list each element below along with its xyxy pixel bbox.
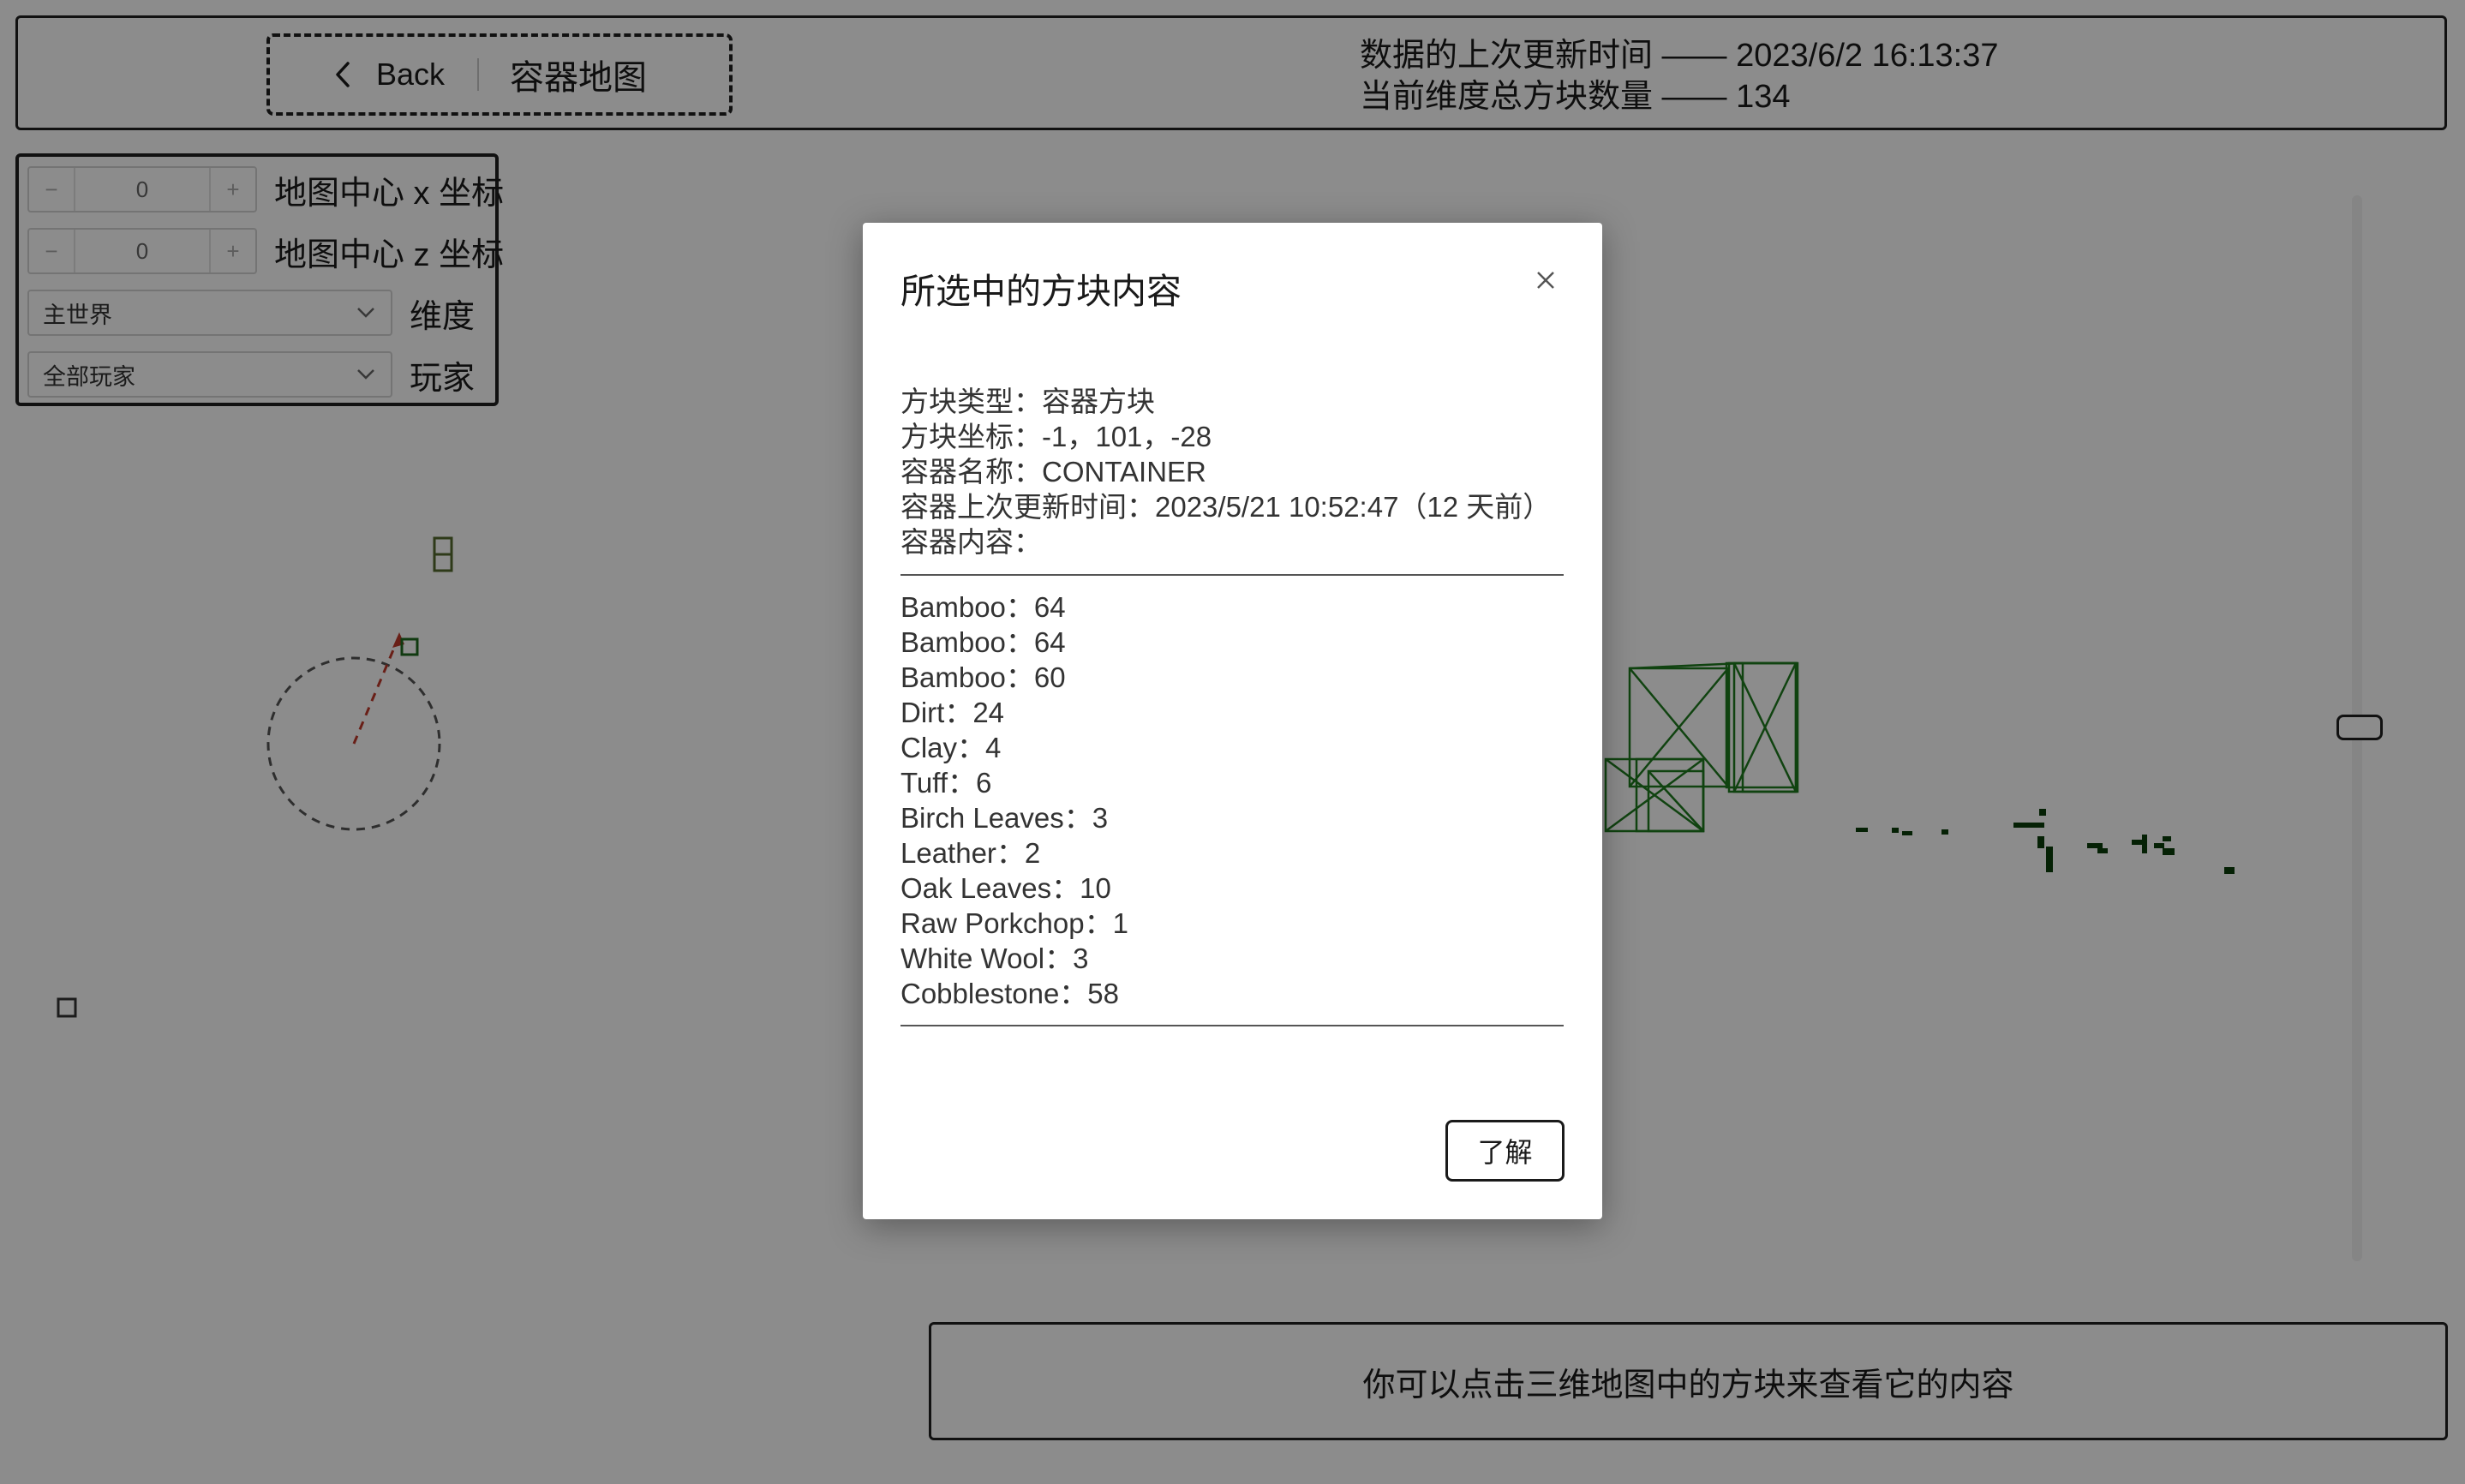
list-item: Birch Leaves：3: [900, 802, 1109, 834]
list-item: Leather：2: [900, 837, 1041, 869]
block-content-dialog: 所选中的方块内容 方块类型：容器方块 方块坐标：-1，101，-28 容器名称：…: [863, 223, 1602, 1219]
dialog-title: 所选中的方块内容: [900, 272, 1182, 311]
list-item: White Wool：3: [900, 942, 1089, 974]
list-item: Tuff：6: [900, 767, 992, 799]
list-item: Bamboo：64: [900, 626, 1066, 658]
close-icon[interactable]: [1533, 267, 1559, 293]
container-contents-label: 容器内容：: [900, 526, 1042, 558]
list-item: Clay：4: [900, 732, 1002, 763]
item-list: Bamboo：64 Bamboo：64 Bamboo：60 Dirt：24 Cl…: [900, 589, 1128, 1011]
block-coordinates-text: 方块坐标：-1，101，-28: [900, 421, 1212, 452]
divider-top: [900, 574, 1564, 576]
block-info: 方块类型：容器方块 方块坐标：-1，101，-28 容器名称：CONTAINER…: [900, 384, 1551, 559]
divider-bottom: [900, 1025, 1564, 1026]
container-name-text: 容器名称：CONTAINER: [900, 456, 1206, 488]
list-item: Oak Leaves：10: [900, 872, 1111, 904]
block-type-text: 方块类型：容器方块: [900, 386, 1155, 417]
container-updated-text: 容器上次更新时间：2023/5/21 10:52:47（12 天前）: [900, 491, 1552, 523]
ok-button[interactable]: 了解: [1445, 1120, 1565, 1182]
list-item: Bamboo：64: [900, 591, 1066, 623]
list-item: Dirt：24: [900, 697, 1005, 728]
list-item: Bamboo：60: [900, 661, 1066, 693]
list-item: Raw Porkchop：1: [900, 907, 1128, 939]
list-item: Cobblestone：58: [900, 978, 1120, 1009]
